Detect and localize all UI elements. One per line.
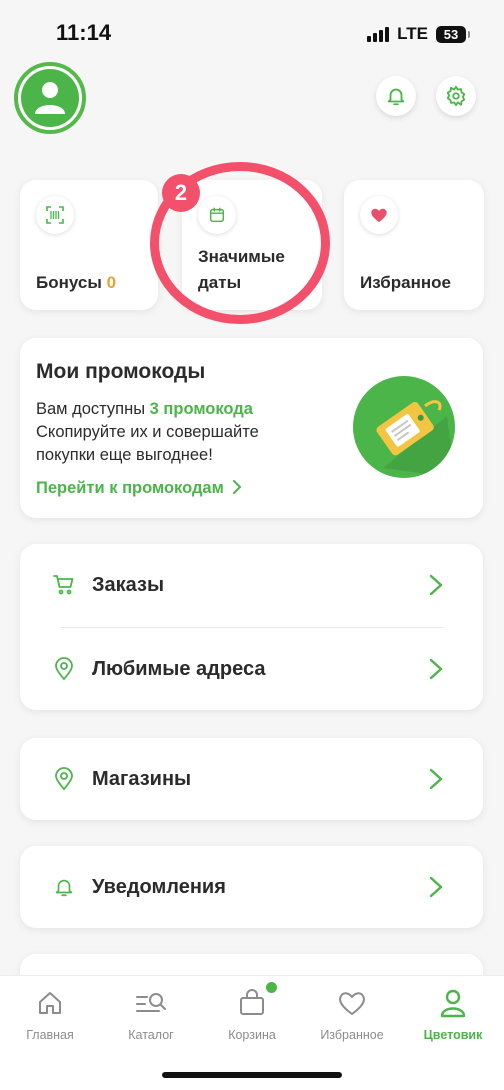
promo-link[interactable]: Перейти к промокодам (36, 479, 242, 498)
location-pin-icon (52, 657, 76, 681)
chevron-right-icon (429, 768, 443, 790)
notifications-row[interactable]: Уведомления (20, 846, 483, 928)
orders-label: Заказы (92, 573, 165, 596)
tab-home[interactable]: Главная (0, 986, 100, 1042)
promo-codes-card[interactable]: Мои промокоды Вам доступны 3 промокода С… (20, 338, 483, 518)
bonuses-count: 0 (106, 273, 117, 292)
status-indicators: LTE 53 (367, 24, 470, 44)
bag-icon (235, 982, 277, 1020)
tab-catalog[interactable]: Каталог (101, 986, 201, 1042)
avatar[interactable] (14, 62, 86, 134)
chevron-right-icon (429, 876, 443, 898)
profile-icon (436, 986, 470, 1020)
promo-title: Мои промокоды (36, 360, 206, 383)
home-indicator (162, 1072, 342, 1078)
cart-dot-indicator (266, 982, 277, 993)
step-badge: 2 (162, 174, 200, 212)
tab-favorites-label: Избранное (320, 1028, 384, 1042)
notifications-button[interactable] (376, 76, 416, 116)
addresses-row[interactable]: Любимые адреса (20, 628, 483, 710)
barcode-scan-icon (36, 196, 74, 234)
heart-outline-icon (335, 986, 369, 1020)
stores-row[interactable]: Магазины (20, 738, 483, 820)
orders-row[interactable]: Заказы (20, 544, 483, 626)
catalog-search-icon (134, 986, 168, 1020)
tab-catalog-label: Каталог (128, 1028, 174, 1042)
notifications-card[interactable]: Уведомления (20, 846, 483, 928)
promo-count: 3 промокода (149, 400, 253, 418)
bell-icon (387, 88, 405, 106)
promo-link-label: Перейти к промокодам (36, 479, 224, 497)
stores-label: Магазины (92, 767, 192, 790)
favorites-card[interactable]: Избранное (344, 180, 484, 310)
location-pin-icon (52, 767, 76, 791)
bell-icon (52, 875, 76, 899)
network-type: LTE (397, 24, 428, 43)
favorites-label: Избранное (360, 273, 451, 292)
chevron-right-icon (233, 480, 242, 494)
promo-description: Вам доступны 3 промокода Скопируйте их и… (36, 398, 296, 467)
heart-icon (360, 196, 398, 234)
chevron-right-icon (429, 574, 443, 596)
tab-favorites[interactable]: Избранное (302, 986, 402, 1042)
tab-profile-label: Цветовик (423, 1028, 483, 1042)
tab-cart[interactable]: Корзина (202, 982, 302, 1042)
cart-icon (52, 573, 76, 597)
promo-text-rest: Скопируйте их и совершайте покупки еще в… (36, 423, 259, 464)
tab-home-label: Главная (26, 1028, 74, 1042)
battery-icon: 53 (436, 25, 470, 43)
chevron-right-icon (429, 658, 443, 680)
orders-addresses-card: Заказы Любимые адреса (20, 544, 483, 710)
bonuses-label: Бонусы (36, 273, 102, 292)
addresses-label: Любимые адреса (92, 657, 266, 680)
gear-icon (446, 85, 466, 107)
home-icon (33, 986, 67, 1020)
notifications-label: Уведомления (92, 875, 226, 898)
stores-card[interactable]: Магазины (20, 738, 483, 820)
bonuses-card[interactable]: Бонусы 0 (20, 180, 158, 310)
status-time: 11:14 (56, 20, 112, 45)
tab-cart-label: Корзина (228, 1028, 276, 1042)
signal-icon (367, 26, 390, 42)
promo-tag-icon (353, 376, 455, 478)
tab-profile[interactable]: Цветовик (403, 986, 503, 1042)
user-icon (21, 69, 79, 127)
battery-level: 53 (443, 26, 459, 42)
promo-text-prefix: Вам доступны (36, 400, 150, 418)
settings-button[interactable] (436, 76, 476, 116)
